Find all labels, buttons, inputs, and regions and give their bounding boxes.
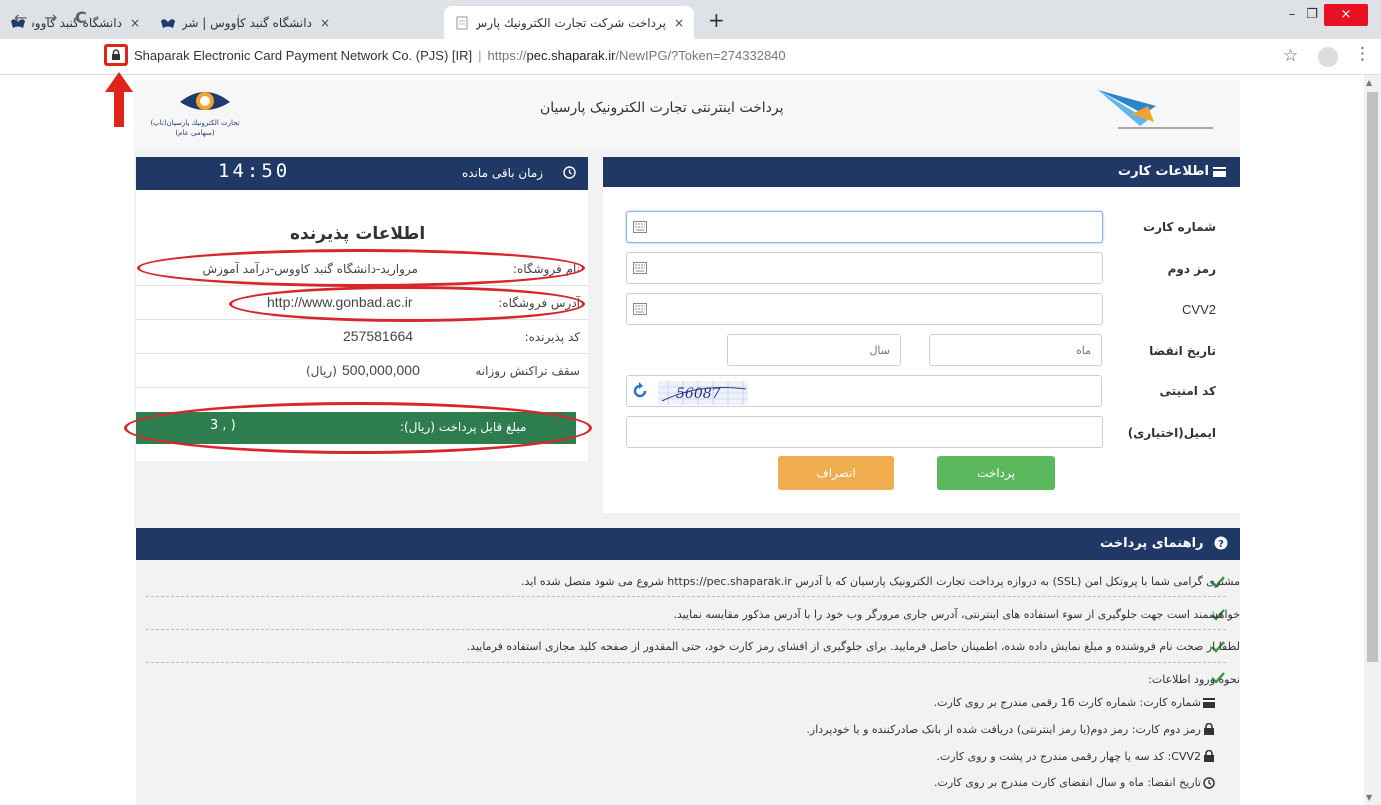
credit-card-icon xyxy=(1213,166,1226,177)
cancel-button[interactable]: انصراف xyxy=(778,456,894,490)
annotation-ellipse-amount xyxy=(124,402,592,454)
help-line-1: مشتری گرامی شما با پروتکل امن (SSL) به د… xyxy=(520,575,1240,588)
shaparak-logo xyxy=(1098,86,1213,130)
profile-avatar[interactable] xyxy=(1318,47,1338,67)
svg-text:?: ? xyxy=(1218,539,1224,550)
scrollbar-thumb[interactable] xyxy=(1367,92,1378,662)
lock-icon xyxy=(1203,722,1215,735)
annotation-ellipse-store-name xyxy=(137,249,585,287)
annotation-arrow xyxy=(104,70,134,128)
help-separator xyxy=(146,662,1226,663)
annotation-ellipse-store-address xyxy=(229,286,585,322)
lock-icon xyxy=(1203,749,1215,762)
card-panel-title: اطلاعات کارت xyxy=(1118,164,1209,179)
logo-line-2: (سهامی عام) xyxy=(175,129,215,137)
virtual-keyboard-icon[interactable] xyxy=(633,221,647,233)
url-scheme: https:// xyxy=(487,48,527,63)
window-close-button[interactable]: × xyxy=(1324,4,1368,26)
merchant-row-limit: سقف تراکنش روزانه 500,000,000 (ریال) xyxy=(136,354,588,388)
tab-close-icon[interactable]: × xyxy=(130,16,140,30)
email-label: ایمیل(اختیاری) xyxy=(1127,426,1216,440)
tab-title: پرداخت شرکت تجارت الكترونيك پارس xyxy=(476,15,666,30)
question-circle-icon: ? xyxy=(1214,536,1228,550)
card-number-input[interactable] xyxy=(626,211,1103,243)
help-line-3: لطفا از صحت نام فروشنده و مبلغ نمایش داد… xyxy=(466,640,1240,653)
reload-button[interactable]: C xyxy=(75,8,87,27)
url-field[interactable]: Shaparak Electronic Card Payment Network… xyxy=(134,48,786,63)
help-line-4: نحوه ورود اطلاعات: xyxy=(1148,673,1240,686)
expiry-month-input[interactable] xyxy=(929,334,1102,366)
merchant-title: اطلاعات پذیرنده xyxy=(290,224,426,244)
forward-button[interactable]: → xyxy=(44,8,57,27)
virtual-keyboard-icon[interactable] xyxy=(633,262,647,274)
scroll-down-icon[interactable]: ▼ xyxy=(1366,793,1372,802)
maximize-button[interactable]: ❐ xyxy=(1302,4,1322,26)
card-number-label: شماره کارت xyxy=(1143,220,1216,234)
logo-line-1: تجارت الكترونيك پارسيان(تاپ) xyxy=(150,119,240,127)
page-title: پرداخت اینترنتی تجارت الکترونیک پارسیان xyxy=(540,100,784,116)
help-sub-line-4: تاریخ انقضا: ماه و سال انقضای کارت مندرج… xyxy=(934,776,1201,789)
cvv2-input[interactable] xyxy=(626,293,1103,325)
new-tab-button[interactable]: + xyxy=(708,10,725,30)
expiry-year-input[interactable] xyxy=(727,334,901,366)
url-path: /NewIPG/?Token=274332840 xyxy=(615,48,786,63)
help-title: راهنمای پرداخت xyxy=(1100,536,1204,551)
help-separator xyxy=(146,596,1226,597)
refresh-captcha-icon[interactable] xyxy=(630,381,650,401)
cvv2-label: CVV2 xyxy=(1182,302,1216,317)
virtual-keyboard-icon[interactable] xyxy=(633,303,647,315)
captcha-label: کد امنیتی xyxy=(1159,384,1216,398)
help-separator xyxy=(146,629,1226,630)
help-sub-line-2: رمز دوم کارت: رمز دوم(یا رمز اینترنتی) د… xyxy=(806,723,1201,736)
clock-icon xyxy=(563,166,576,179)
timer-value: 14:50 xyxy=(218,160,291,182)
captcha-image: 56087 xyxy=(658,381,748,405)
back-button[interactable]: ← xyxy=(14,8,27,27)
captcha-text: 56087 xyxy=(676,386,721,402)
document-favicon-icon xyxy=(454,15,470,31)
pin2-input[interactable] xyxy=(626,252,1103,284)
merchant-code-label: کد پذیرنده: xyxy=(524,330,580,344)
daily-limit-unit: (ریال) xyxy=(306,364,337,378)
timer-label: زمان باقی مانده xyxy=(462,166,544,180)
url-host: pec.shaparak.ir xyxy=(526,48,616,63)
clock-icon xyxy=(1203,777,1215,789)
tab-close-icon[interactable]: × xyxy=(674,16,684,30)
pay-button[interactable]: پرداخت xyxy=(937,456,1055,490)
secure-lock-icon[interactable] xyxy=(104,44,128,66)
url-separator: | xyxy=(478,48,482,63)
parsian-tap-logo-text: تجارت الكترونيك پارسيان(تاپ) (سهامی عام) xyxy=(150,118,240,138)
merchant-row-code: کد پذیرنده: 257581664 xyxy=(136,320,588,354)
tab-close-icon[interactable]: × xyxy=(320,16,330,30)
expiry-label: تاریخ انقضا xyxy=(1149,344,1216,358)
scroll-up-icon[interactable]: ▲ xyxy=(1366,78,1372,87)
email-input[interactable] xyxy=(626,416,1103,448)
help-line-2: خواهشمند است جهت جلوگیری از سوء استفاده … xyxy=(673,608,1240,621)
tab-saman-2[interactable]: × دانشگاه گنبد کاووس | شرکت سامان xyxy=(150,6,340,39)
pin2-label: رمز دوم xyxy=(1167,262,1216,276)
certificate-name: Shaparak Electronic Card Payment Network… xyxy=(134,48,473,63)
tab-parsian-payment[interactable]: × پرداخت شرکت تجارت الكترونيك پارس xyxy=(444,6,694,39)
help-sub-line-1: شماره کارت: شماره کارت 16 رقمی مندرج بر … xyxy=(933,696,1201,709)
credit-card-icon xyxy=(1203,697,1215,709)
browser-menu-icon[interactable]: ⋮ xyxy=(1354,44,1371,64)
help-header xyxy=(136,528,1240,560)
merchant-code-value: 257581664 xyxy=(343,328,414,344)
minimize-button[interactable]: – xyxy=(1282,4,1302,26)
help-sub-line-3: CVV2: کد سه یا چهار رقمی مندرج در پشت و … xyxy=(936,750,1201,763)
bookmark-star-icon[interactable]: ☆ xyxy=(1283,46,1298,66)
daily-limit-label: سقف تراکنش روزانه xyxy=(475,364,580,378)
daily-limit-value: 500,000,000 xyxy=(342,362,420,378)
university-favicon-icon xyxy=(160,15,176,31)
tab-title: دانشگاه گنبد کاووس | شرکت سامان xyxy=(182,15,312,30)
